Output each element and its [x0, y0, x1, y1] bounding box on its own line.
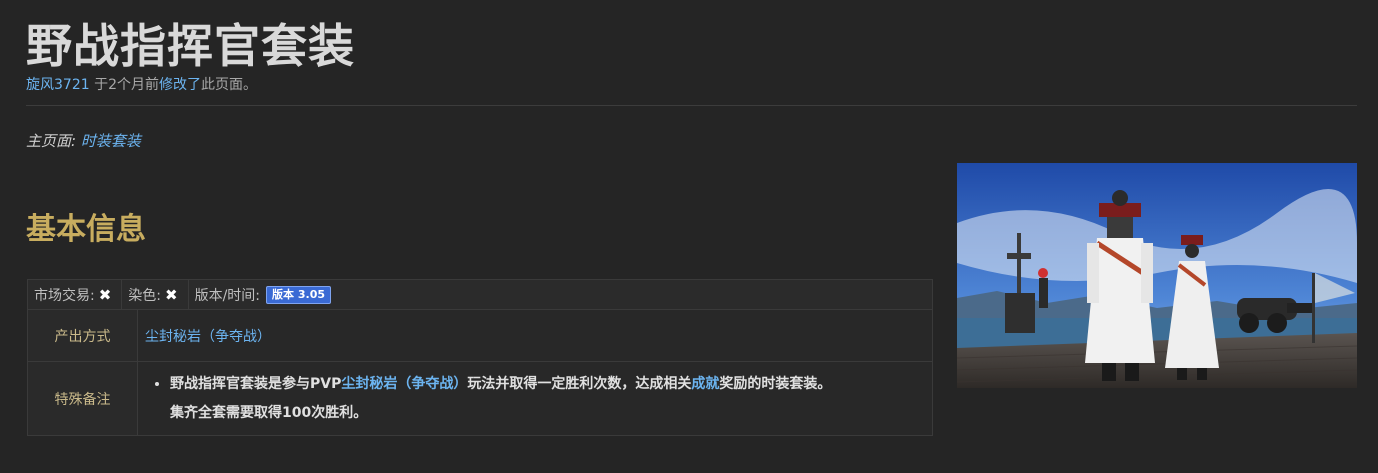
note-label: 特殊备注	[27, 361, 138, 436]
section-heading-basic-info: 基本信息	[26, 212, 146, 247]
info-table: 市场交易: ✖ 染色: ✖ 版本/时间: 版本 3.05 产出方式 尘封秘岩（争…	[27, 279, 933, 436]
editor-user-link[interactable]: 旋风3721	[26, 77, 90, 93]
output-value-link[interactable]: 尘封秘岩（争夺战）	[145, 329, 271, 345]
note-text: 集齐全套需要取得100次胜利。	[170, 404, 368, 421]
dye-label: 染色:	[128, 287, 162, 304]
note-text: 玩法并取得一定胜利次数，达成相关	[467, 375, 692, 392]
cell-separator	[187, 280, 189, 309]
version-badge[interactable]: 版本 3.05	[266, 285, 332, 304]
edit-time-text: 于2个月前	[89, 77, 159, 93]
cross-icon: ✖	[98, 285, 112, 304]
note-list: 野战指挥官套装是参与PVP尘封秘岩（争夺战）玩法并取得一定胜利次数，达成相关成就…	[145, 370, 932, 428]
outfit-preview-image[interactable]	[957, 163, 1357, 388]
edit-suffix-text: 此页面。	[201, 77, 257, 93]
info-row-output: 产出方式 尘封秘岩（争夺战）	[27, 309, 933, 362]
edit-history-link[interactable]: 修改了	[159, 77, 201, 93]
note-text: 奖励的时装套装。	[719, 375, 832, 392]
note-pvp-link[interactable]: 尘封秘岩（争夺战）	[341, 376, 467, 392]
cross-icon: ✖	[165, 285, 178, 304]
edit-info: 旋风3721 于2个月前修改了此页面。	[26, 75, 257, 95]
note-achievement-link[interactable]: 成就	[691, 376, 719, 392]
screenshot-illustration	[957, 163, 1357, 388]
market-label: 市场交易:	[34, 287, 95, 304]
list-item: 野战指挥官套装是参与PVP尘封秘岩（争夺战）玩法并取得一定胜利次数，达成相关成就…	[170, 370, 932, 428]
main-page-note: 主页面: 时装套装	[26, 131, 141, 151]
cell-separator	[121, 280, 123, 309]
main-page-label: 主页面:	[26, 132, 81, 150]
main-page-link[interactable]: 时装套装	[81, 132, 141, 150]
info-row-summary: 市场交易: ✖ 染色: ✖ 版本/时间: 版本 3.05	[27, 279, 933, 310]
info-row-note: 特殊备注 野战指挥官套装是参与PVP尘封秘岩（争夺战）玩法并取得一定胜利次数，达…	[27, 361, 933, 436]
page-title: 野战指挥官套装	[26, 19, 355, 73]
version-label: 版本/时间:	[194, 287, 261, 304]
title-divider	[26, 105, 1357, 106]
note-text: 野战指挥官套装是参与PVP	[170, 375, 342, 392]
output-label: 产出方式	[27, 309, 138, 362]
